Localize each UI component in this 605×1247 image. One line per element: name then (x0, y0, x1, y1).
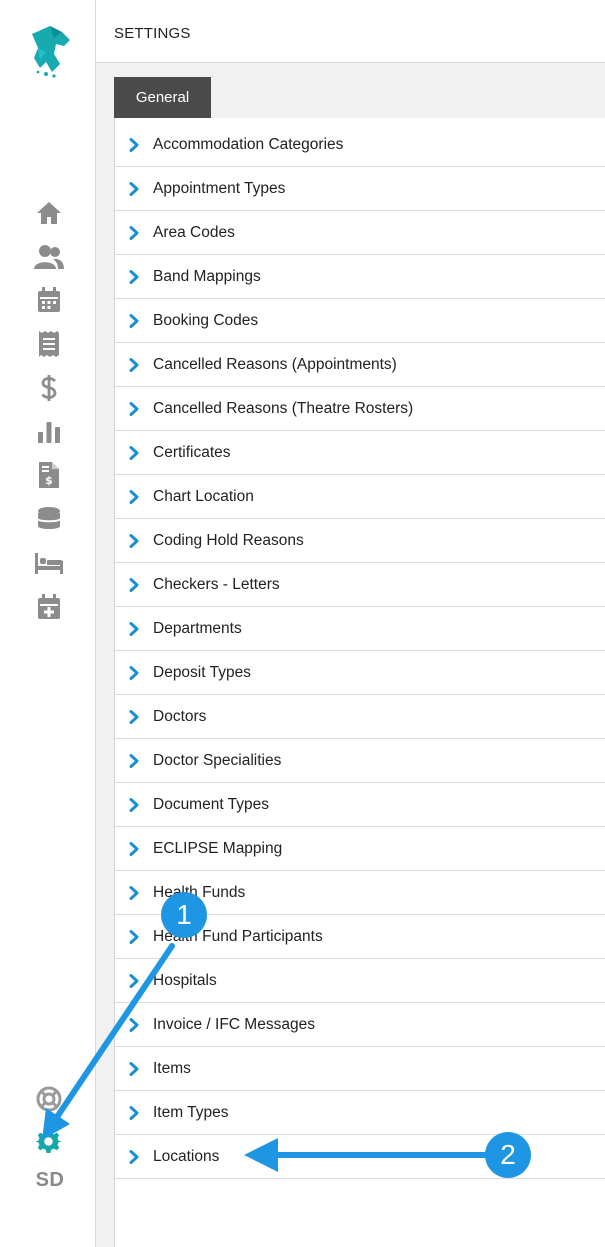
invoice-icon[interactable]: $ (31, 457, 67, 493)
settings-list-item[interactable]: Band Mappings (115, 255, 605, 299)
chevron-right-icon (115, 885, 153, 900)
chevron-right-icon (115, 533, 153, 548)
settings-list-item[interactable]: Doctors (115, 695, 605, 739)
calendar-plus-icon[interactable] (31, 589, 67, 625)
calendar-icon[interactable] (31, 282, 67, 318)
settings-list-item-label: Document Types (153, 795, 270, 813)
settings-list-item-label: Locations (153, 1147, 220, 1165)
settings-page: SETTINGS General Accommodation Categorie… (96, 0, 605, 1247)
chevron-right-icon (115, 401, 153, 416)
settings-list-item[interactable]: Accommodation Categories (115, 123, 605, 167)
settings-list-item[interactable]: Deposit Types (115, 651, 605, 695)
settings-list-item[interactable]: Item Types (115, 1091, 605, 1135)
settings-list-item[interactable]: Chart Location (115, 475, 605, 519)
chevron-right-icon (115, 1149, 153, 1164)
settings-list-item[interactable]: Items (115, 1047, 605, 1091)
settings-list-panel: Accommodation Categories Appointment Type… (114, 118, 605, 1247)
settings-list-item-label: Hospitals (153, 971, 217, 989)
database-icon[interactable] (31, 501, 67, 537)
settings-list-item[interactable]: Coding Hold Reasons (115, 519, 605, 563)
settings-list-item[interactable]: Document Types (115, 783, 605, 827)
settings-list-item-label: Doctor Specialities (153, 751, 282, 769)
app-logo-icon[interactable] (24, 24, 74, 80)
gear-icon[interactable] (31, 1124, 67, 1160)
settings-list-item[interactable]: Certificates (115, 431, 605, 475)
settings-list-item[interactable]: Cancelled Reasons (Theatre Rosters) (115, 387, 605, 431)
bed-icon[interactable] (31, 545, 67, 581)
settings-list-item[interactable]: Cancelled Reasons (Appointments) (115, 343, 605, 387)
settings-list-item-label: Appointment Types (153, 179, 286, 197)
settings-list-item-label: Cancelled Reasons (Appointments) (153, 355, 397, 373)
settings-list-item-label: Band Mappings (153, 267, 261, 285)
receipt-icon[interactable] (31, 326, 67, 362)
chevron-right-icon (115, 973, 153, 988)
page-title: SETTINGS (114, 25, 191, 42)
chevron-right-icon (115, 665, 153, 680)
settings-list-item[interactable]: ECLIPSE Mapping (115, 827, 605, 871)
settings-list-item-label: Items (153, 1059, 191, 1077)
settings-list-item-label: ECLIPSE Mapping (153, 839, 283, 857)
chevron-right-icon (115, 1061, 153, 1076)
settings-list-item-label: Cancelled Reasons (Theatre Rosters) (153, 399, 414, 417)
chevron-right-icon (115, 1105, 153, 1120)
settings-list-item[interactable]: Invoice / IFC Messages (115, 1003, 605, 1047)
settings-list-item[interactable]: Departments (115, 607, 605, 651)
settings-list-item-label: Coding Hold Reasons (153, 531, 304, 549)
svg-text:$: $ (45, 474, 53, 487)
bar-chart-icon[interactable] (31, 414, 67, 450)
chevron-right-icon (115, 929, 153, 944)
settings-list-item[interactable]: Checkers - Letters (115, 563, 605, 607)
support-icon[interactable] (31, 1081, 67, 1117)
user-avatar-initials[interactable]: SD (24, 1169, 76, 1192)
chevron-right-icon (115, 357, 153, 372)
settings-list-item[interactable]: Booking Codes (115, 299, 605, 343)
settings-list-item[interactable]: Appointment Types (115, 167, 605, 211)
settings-list-item-label: Certificates (153, 443, 231, 461)
settings-list-item-label: Area Codes (153, 223, 235, 241)
settings-list-item-label: Chart Location (153, 487, 254, 505)
settings-list-item-label: Invoice / IFC Messages (153, 1015, 315, 1033)
settings-list-item-label: Accommodation Categories (153, 135, 344, 153)
chevron-right-icon (115, 181, 153, 196)
chevron-right-icon (115, 753, 153, 768)
chevron-right-icon (115, 577, 153, 592)
settings-list-item[interactable]: Locations (115, 1135, 605, 1179)
chevron-right-icon (115, 709, 153, 724)
settings-list-item-label: Booking Codes (153, 311, 259, 329)
settings-list-item-label: Checkers - Letters (153, 575, 280, 593)
home-icon[interactable] (31, 195, 67, 231)
users-icon[interactable] (31, 239, 67, 275)
chevron-right-icon (115, 489, 153, 504)
chevron-right-icon (115, 445, 153, 460)
settings-list-item[interactable]: Area Codes (115, 211, 605, 255)
annotation-badge-2: 2 (485, 1132, 531, 1178)
annotation-badge-1: 1 (161, 892, 207, 938)
settings-list-item-label: Doctors (153, 707, 207, 725)
chevron-right-icon (115, 225, 153, 240)
settings-list-item-label: Item Types (153, 1103, 229, 1121)
page-header: SETTINGS (96, 0, 605, 63)
settings-list-item[interactable]: Hospitals (115, 959, 605, 1003)
chevron-right-icon (115, 269, 153, 284)
chevron-right-icon (115, 797, 153, 812)
chevron-right-icon (115, 1017, 153, 1032)
settings-list-item-label: Deposit Types (153, 663, 251, 681)
app-window: $ SD SETTINGS General Accommodation Cate… (0, 0, 605, 1247)
chevron-right-icon (115, 137, 153, 152)
settings-list-item-label: Departments (153, 619, 242, 637)
settings-list: Accommodation Categories Appointment Type… (115, 118, 605, 1179)
dollar-icon[interactable] (31, 370, 67, 406)
chevron-right-icon (115, 621, 153, 636)
tab-general[interactable]: General (114, 77, 211, 118)
chevron-right-icon (115, 841, 153, 856)
chevron-right-icon (115, 313, 153, 328)
left-nav-rail: $ SD (0, 0, 95, 1247)
settings-list-item[interactable]: Doctor Specialities (115, 739, 605, 783)
